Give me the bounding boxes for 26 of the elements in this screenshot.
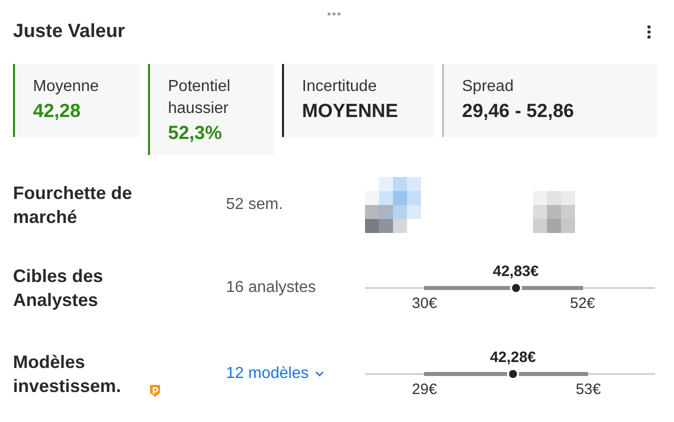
range-marker[interactable] [512,284,520,292]
metric-value: 52,3% [168,123,223,145]
row-detail: 52 sem. [226,196,283,213]
metric-value: 29,46 - 52,86 [462,101,575,123]
row-label: Cibles des Analystes [13,265,104,312]
range-low: 29€ [412,381,437,398]
caret-icon [314,371,324,377]
row-label: Fourchette de marché [13,182,134,229]
range-marker[interactable] [508,370,517,378]
row-label: Modèles investissem. [13,351,122,398]
target-value: 42,83€ [492,263,539,280]
target-value: 42,28€ [490,349,536,366]
metric-label: Incertitude [302,77,378,97]
drag-handle-icon[interactable] [327,12,341,16]
metric-label: Potentiel haussier [168,77,232,119]
widget-title: Juste Valeur [13,21,125,43]
range-high: 52€ [570,295,596,312]
metric-label: Spread [462,77,515,97]
row-detail: 16 analystes [226,279,316,296]
models-dropdown[interactable]: 12 modèles [226,365,324,383]
range-low: 30€ [412,295,437,312]
range-high: 53€ [576,381,601,398]
metric-label: Moyenne [33,77,100,97]
more-menu-icon[interactable] [647,25,651,39]
metric-value: MOYENNE [302,101,400,123]
metric-value: 42,28 [33,101,82,123]
